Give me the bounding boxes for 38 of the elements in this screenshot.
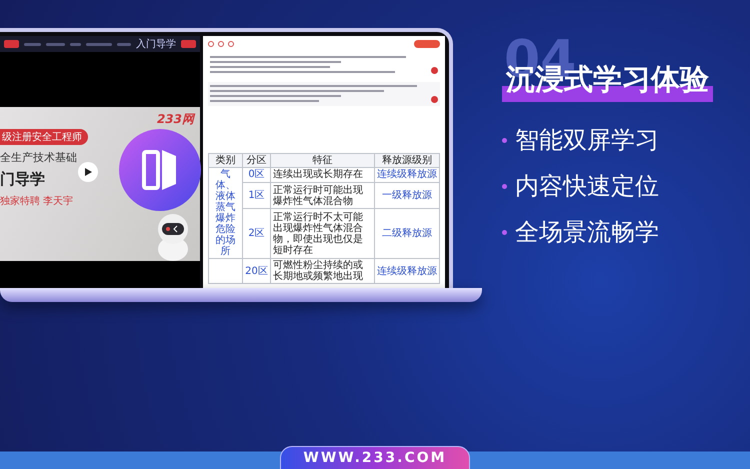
app-book-icon [118, 128, 202, 212]
table-cell: 连续级释放源 [374, 258, 440, 284]
play-icon [84, 168, 92, 176]
table-cell: 一级释放源 [374, 182, 440, 209]
feature-text: 智能双屏学习 [515, 125, 659, 156]
brand-logo: 233网 [156, 110, 194, 128]
download-pill[interactable] [414, 40, 440, 48]
lecturer-name: 独家特聘 李天宇 [0, 194, 74, 208]
tag-icon [4, 40, 20, 48]
table-header: 类别 [208, 154, 242, 168]
play-button[interactable] [78, 162, 98, 182]
top-tab[interactable]: 入门导学 [136, 37, 176, 51]
table-cell: 2区 [242, 208, 270, 258]
course-badge: 级注册安全工程师 [0, 128, 88, 145]
feature-text: 全场景流畅学 [515, 217, 659, 248]
bullet-icon [502, 138, 507, 142]
close-icon[interactable] [431, 96, 438, 103]
table-header: 特征 [270, 154, 374, 168]
table-cell: 1区 [242, 182, 270, 209]
table-cell: 连续级释放源 [374, 168, 440, 182]
table-cell: 正常运行时不太可能出现爆炸性气体混合物，即使出现也仅是短时存在 [270, 208, 374, 258]
bullet-icon [502, 230, 507, 234]
table-cell: 连续出现或长期存在 [270, 168, 374, 182]
feature-text: 内容快速定位 [515, 171, 659, 202]
close-icon[interactable] [431, 67, 438, 74]
website-url: WWW.233.COM [280, 446, 470, 469]
table-cell: 0区 [242, 168, 270, 182]
table-cell: 正常运行时可能出现爆炸性气体混合物 [270, 182, 374, 209]
course-title: 门导学 [0, 170, 45, 189]
course-subtitle: 全生产技术基础 [0, 150, 77, 165]
table-cell: 20区 [242, 258, 270, 284]
table-cell: 可燃性粉尘持续的或长期地或频繁地出现 [270, 258, 374, 284]
bullet-icon [502, 184, 507, 188]
table-header: 释放源级别 [374, 154, 440, 168]
table-header: 分区 [242, 154, 270, 168]
tag-icon [180, 40, 196, 48]
table-cell: 气体、液体蒸气爆炸危险的场所 [208, 168, 242, 258]
table-cell: 二级释放源 [374, 208, 440, 258]
